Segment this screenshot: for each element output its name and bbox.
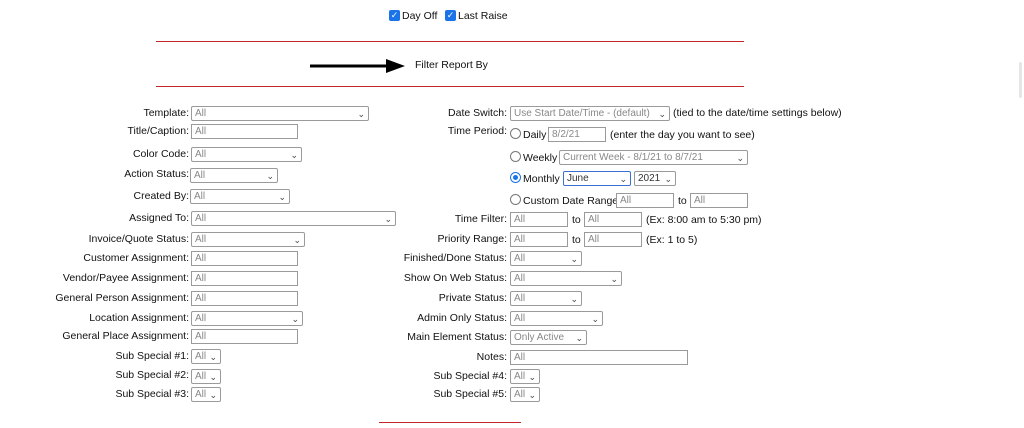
time-filter-note: (Ex: 8:00 am to 5:30 pm): [646, 214, 762, 226]
sub-special-3-label: Sub Special #3:: [115, 388, 189, 400]
weekly-select[interactable]: Current Week - 8/1/21 to 8/7/21 ⌄: [559, 150, 748, 165]
date-switch-label: Date Switch:: [448, 107, 507, 119]
monthly-label: Monthly: [523, 173, 560, 185]
arrow-right-icon: [310, 59, 405, 73]
invoice-quote-status-label: Invoice/Quote Status:: [88, 233, 189, 245]
color-code-select[interactable]: All ⌄: [191, 147, 302, 162]
date-switch-select[interactable]: Use Start Date/Time - (default) ⌄: [510, 106, 670, 121]
assigned-to-select[interactable]: All ⌄: [191, 211, 396, 226]
custom-date-to-input[interactable]: All: [690, 193, 748, 208]
template-select[interactable]: All ⌄: [191, 106, 369, 121]
daily-note: (enter the day you want to see): [610, 129, 755, 141]
admin-only-status-select[interactable]: All ⌄: [510, 311, 603, 326]
priority-range-note: (Ex: 1 to 5): [646, 234, 698, 246]
vendor-payee-assignment-label: Vendor/Payee Assignment:: [62, 272, 189, 284]
notes-input[interactable]: All: [510, 350, 688, 365]
sub-special-2-label: Sub Special #2:: [115, 369, 189, 381]
location-assignment-label: Location Assignment:: [89, 312, 189, 324]
filter-report-title: Filter Report By: [415, 59, 488, 71]
month-select[interactable]: June ⌄: [563, 171, 631, 186]
action-status-label: Action Status:: [124, 168, 189, 180]
general-place-assignment-input[interactable]: All: [191, 329, 298, 344]
custom-date-from-input[interactable]: All: [616, 193, 674, 208]
sub-special-5-select[interactable]: All ⌄: [510, 387, 540, 402]
sub-special-4-select[interactable]: All ⌄: [510, 369, 540, 384]
vendor-payee-assignment-input[interactable]: All: [191, 271, 298, 286]
template-label: Template:: [143, 107, 189, 119]
priority-range-label: Priority Range:: [437, 233, 507, 245]
weekly-radio[interactable]: [510, 151, 521, 162]
priority-range-to-label: to: [572, 234, 581, 246]
admin-only-status-label: Admin Only Status:: [417, 312, 507, 324]
divider-bottom: [379, 422, 521, 423]
time-filter-to-input[interactable]: All: [584, 212, 642, 227]
time-filter-label: Time Filter:: [454, 213, 507, 225]
action-status-select[interactable]: All ⌄: [190, 168, 278, 183]
finished-done-status-select[interactable]: All ⌄: [510, 251, 582, 266]
main-element-status-select[interactable]: Only Active ⌄: [510, 330, 587, 345]
private-status-select[interactable]: All ⌄: [510, 291, 582, 306]
scrollbar-thumb[interactable]: [1019, 62, 1022, 98]
last-raise-checkbox[interactable]: ✓: [445, 10, 456, 21]
sub-special-5-label: Sub Special #5:: [433, 388, 507, 400]
sub-special-4-label: Sub Special #4:: [433, 370, 507, 382]
customer-assignment-input[interactable]: All: [191, 251, 298, 266]
time-filter-to-label: to: [572, 214, 581, 226]
show-on-web-status-select[interactable]: All ⌄: [510, 271, 622, 286]
notes-label: Notes:: [476, 351, 507, 363]
monthly-radio[interactable]: [510, 172, 521, 183]
general-person-assignment-label: General Person Assignment:: [55, 292, 189, 304]
custom-date-range-radio[interactable]: [510, 194, 521, 205]
date-switch-note: (tied to the date/time settings below): [673, 107, 842, 119]
divider-top: [156, 41, 744, 42]
sub-special-1-label: Sub Special #1:: [115, 350, 189, 362]
custom-date-to-label: to: [678, 195, 687, 207]
created-by-label: Created By:: [133, 190, 189, 202]
last-raise-label: Last Raise: [458, 10, 508, 22]
day-off-checkbox[interactable]: ✓: [389, 10, 400, 21]
finished-done-status-label: Finished/Done Status:: [403, 252, 507, 264]
title-caption-label: Title/Caption:: [127, 125, 189, 137]
daily-label: Daily: [523, 129, 547, 141]
weekly-label: Weekly: [523, 152, 558, 164]
time-filter-from-input[interactable]: All: [510, 212, 568, 227]
daily-radio[interactable]: [510, 128, 521, 139]
color-code-label: Color Code:: [132, 148, 189, 160]
sub-special-3-select[interactable]: All ⌄: [191, 387, 221, 402]
general-person-assignment-input[interactable]: All: [191, 291, 298, 306]
divider-middle: [156, 86, 744, 87]
day-off-label: Day Off: [402, 10, 438, 22]
assigned-to-label: Assigned To:: [129, 212, 189, 224]
priority-range-to-input[interactable]: All: [584, 232, 642, 247]
customer-assignment-label: Customer Assignment:: [83, 252, 189, 264]
sub-special-2-select[interactable]: All ⌄: [191, 369, 221, 384]
show-on-web-status-label: Show On Web Status:: [403, 272, 507, 284]
time-period-label: Time Period:: [447, 125, 507, 137]
year-select[interactable]: 2021 ⌄: [634, 171, 676, 186]
private-status-label: Private Status:: [438, 292, 507, 304]
invoice-quote-status-select[interactable]: All ⌄: [191, 232, 305, 247]
custom-date-range-label: Custom Date Range: [523, 195, 619, 207]
sub-special-1-select[interactable]: All ⌄: [191, 349, 221, 364]
title-caption-input[interactable]: All: [191, 124, 298, 139]
main-element-status-label: Main Element Status:: [407, 331, 507, 343]
daily-date-input[interactable]: 8/2/21: [548, 127, 606, 142]
general-place-assignment-label: General Place Assignment:: [62, 330, 189, 342]
created-by-select[interactable]: All ⌄: [190, 189, 290, 204]
priority-range-from-input[interactable]: All: [510, 232, 568, 247]
location-assignment-select[interactable]: All ⌄: [191, 311, 303, 326]
